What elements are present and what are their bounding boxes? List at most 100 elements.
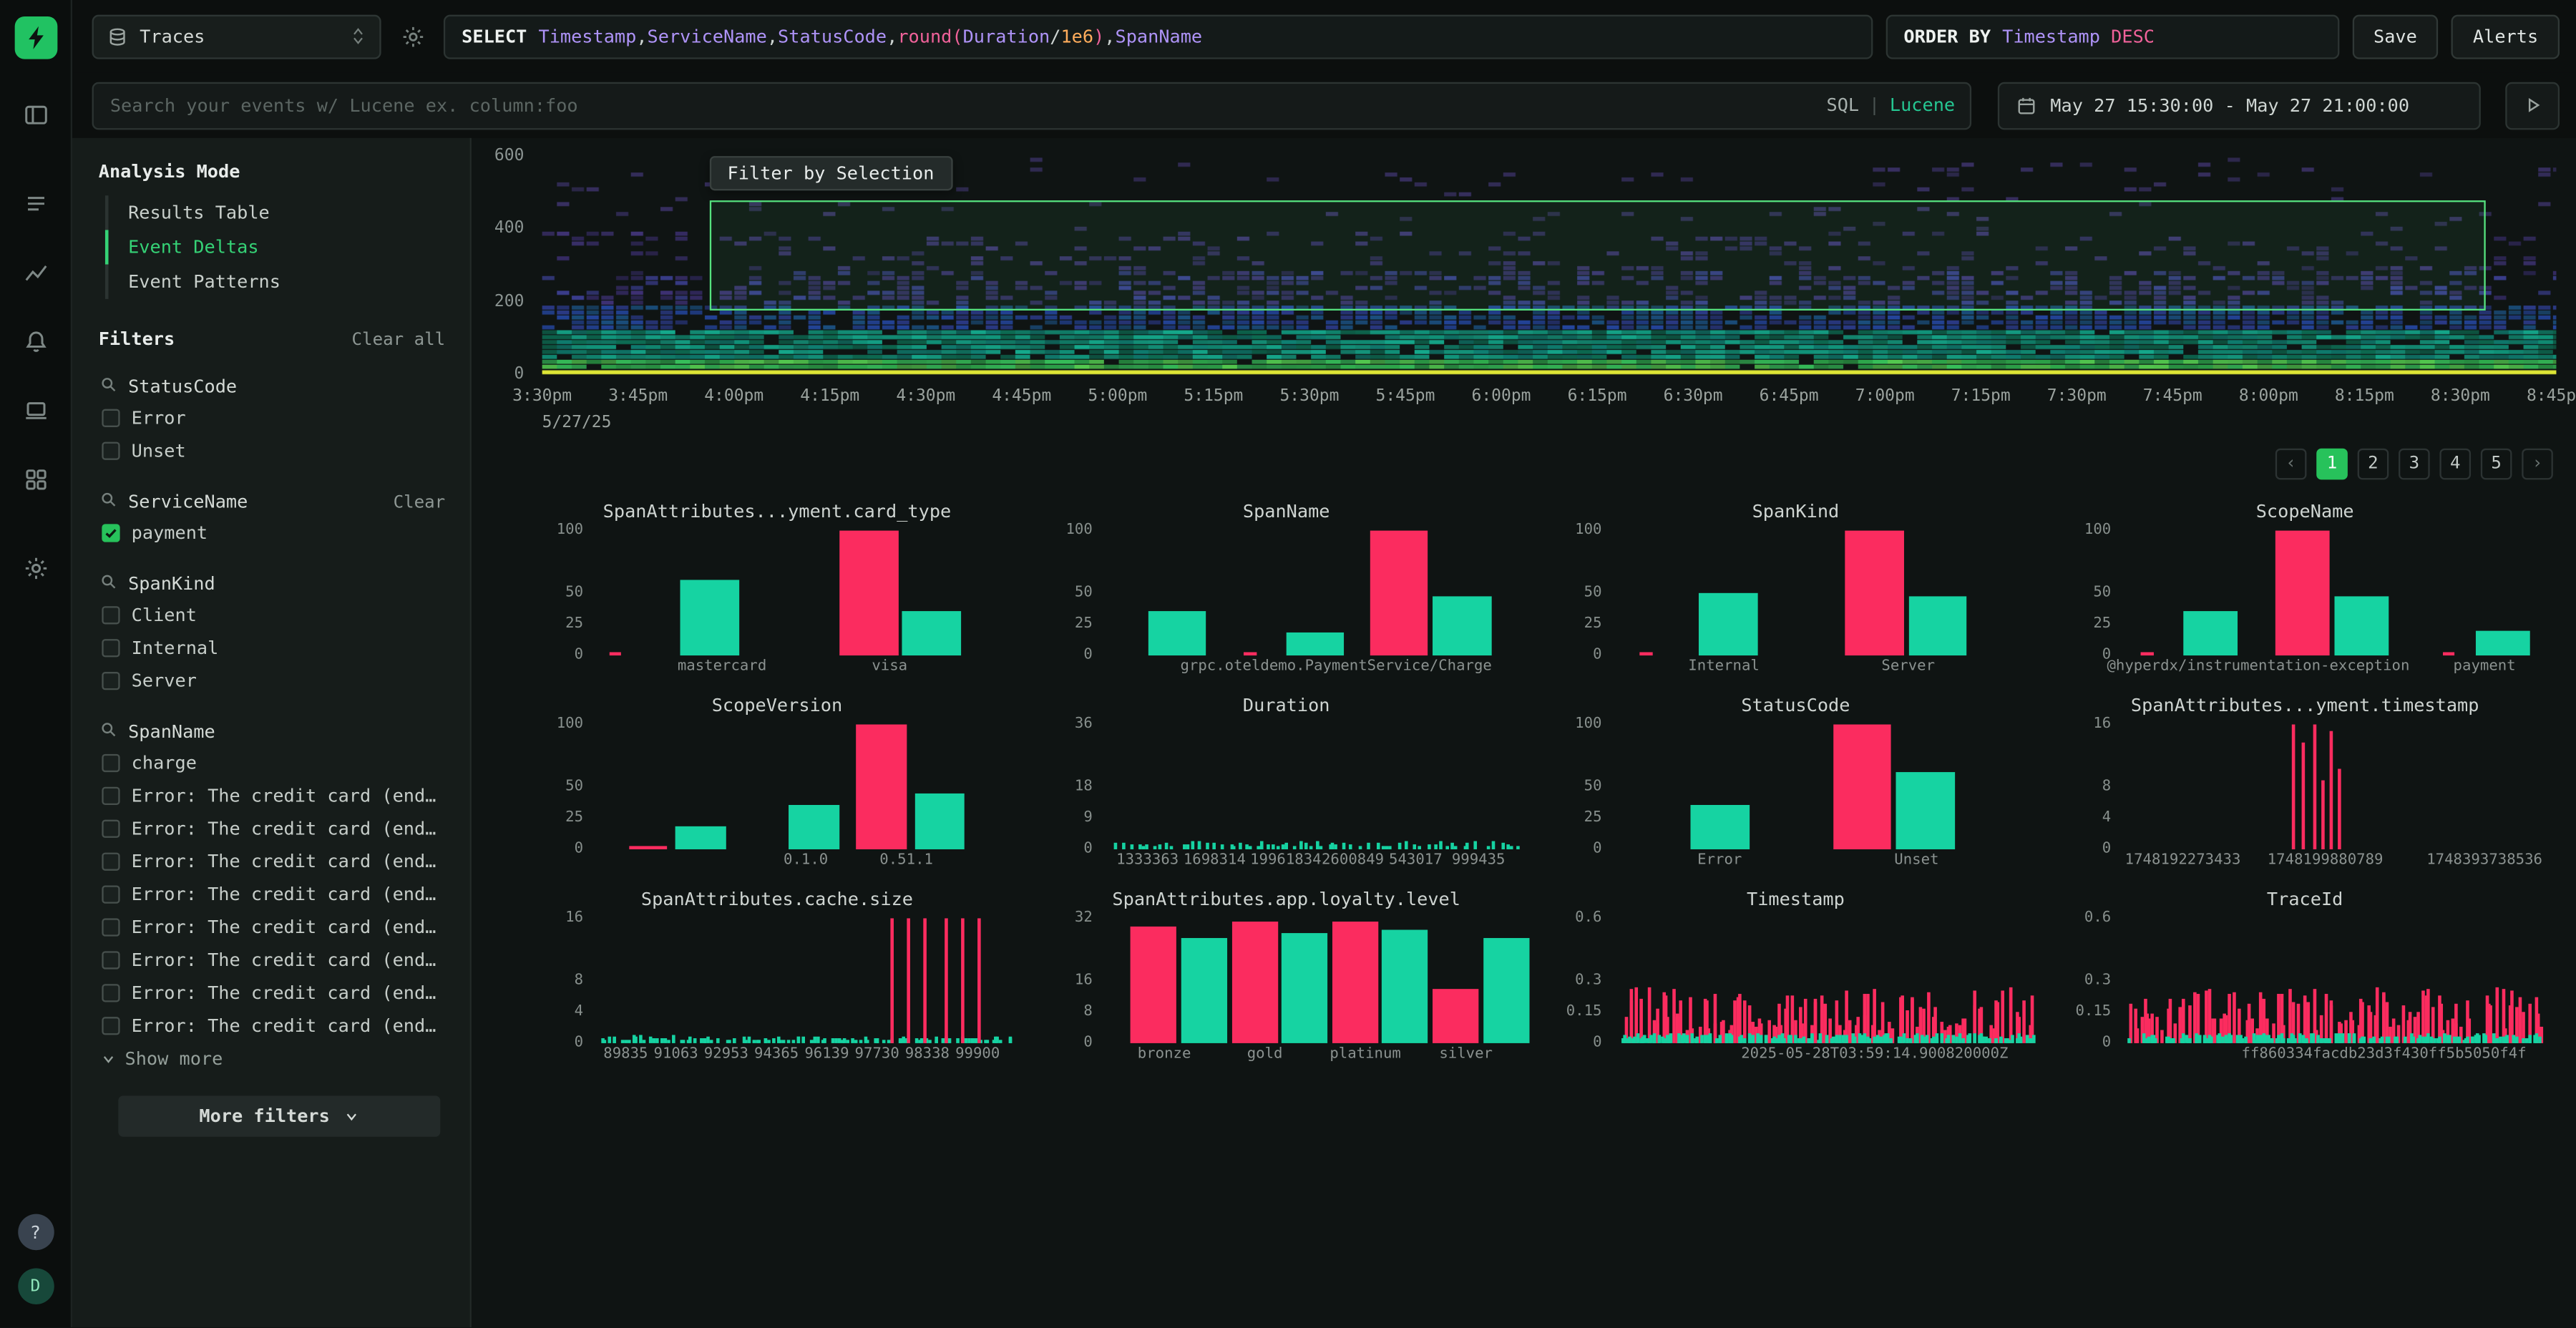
bar-green[interactable] — [789, 806, 839, 849]
bar-pink[interactable] — [1433, 988, 1478, 1043]
help-button[interactable]: ? — [17, 1214, 54, 1251]
filter-option-error-the-credit-card-end[interactable]: Error: The credit card (end… — [99, 846, 455, 875]
checkbox-icon[interactable] — [102, 605, 119, 623]
bar-pink[interactable] — [2443, 653, 2456, 655]
bar-green[interactable] — [1181, 938, 1227, 1043]
bar-pink[interactable] — [1332, 922, 1377, 1043]
chart-plot[interactable] — [2124, 918, 2543, 1043]
alerts-button[interactable]: Alerts — [2451, 14, 2560, 59]
chart-plot[interactable] — [596, 531, 1015, 655]
page-button-2[interactable]: 2 — [2358, 449, 2389, 480]
bar-pink[interactable] — [630, 846, 668, 849]
chart-plot[interactable] — [1615, 531, 2034, 655]
chart-plot[interactable] — [1106, 918, 1524, 1043]
filter-option-error-the-credit-card-end[interactable]: Error: The credit card (end… — [99, 912, 455, 941]
bell-icon[interactable] — [12, 318, 58, 364]
bar-green[interactable] — [2183, 612, 2238, 655]
dashboards-icon[interactable] — [12, 456, 58, 502]
bar-green[interactable] — [1483, 938, 1528, 1043]
bar-green[interactable] — [1690, 806, 1749, 849]
bar-pink[interactable] — [839, 531, 898, 655]
bar-green[interactable] — [1148, 612, 1206, 655]
selection-rectangle[interactable] — [709, 200, 2486, 311]
checkbox-icon[interactable] — [102, 1016, 119, 1034]
chart-plot[interactable] — [596, 918, 1015, 1043]
filter-option-charge[interactable]: charge — [99, 748, 455, 777]
filter-option-error-the-credit-card-end[interactable]: Error: The credit card (end… — [99, 813, 455, 842]
chart-plot[interactable] — [1106, 724, 1524, 849]
bar-green[interactable] — [914, 793, 965, 849]
source-select[interactable]: Traces — [92, 14, 381, 59]
filter-option-error[interactable]: Error — [99, 402, 455, 431]
filter-option-unset[interactable]: Unset — [99, 435, 455, 464]
bar-green[interactable] — [1699, 593, 1757, 655]
source-settings-gear-icon[interactable] — [394, 18, 431, 54]
filter-by-selection-tooltip[interactable]: Filter by Selection — [709, 156, 952, 190]
sql-orderby-input[interactable]: ORDER BYTimestamp DESC — [1885, 14, 2339, 59]
search-input[interactable] — [92, 82, 1972, 130]
chart-plot[interactable] — [2124, 531, 2543, 655]
analysis-mode-results-table[interactable]: Results Table — [105, 195, 455, 230]
mode-lucene[interactable]: Lucene — [1890, 94, 1955, 116]
page-button-3[interactable]: 3 — [2399, 449, 2430, 480]
page-button-4[interactable]: 4 — [2439, 449, 2471, 480]
search-icon[interactable] — [99, 572, 119, 596]
checkbox-icon[interactable] — [102, 523, 119, 541]
bar-green[interactable] — [2333, 595, 2388, 655]
next-page-button[interactable]: › — [2522, 449, 2553, 480]
page-button-1[interactable]: 1 — [2316, 449, 2348, 480]
checkbox-icon[interactable] — [102, 409, 119, 426]
mode-sql[interactable]: SQL — [1826, 94, 1859, 116]
bar-pink[interactable] — [1370, 531, 1428, 655]
filter-option-error-the-credit-card-end[interactable]: Error: The credit card (end… — [99, 1010, 455, 1040]
bar-pink[interactable] — [1231, 922, 1277, 1043]
chart-plot[interactable] — [1106, 531, 1524, 655]
checkbox-icon[interactable] — [102, 753, 119, 771]
chart-plot[interactable] — [596, 724, 1015, 849]
bar-pink[interactable] — [1640, 653, 1653, 655]
user-avatar[interactable]: D — [17, 1268, 54, 1304]
analysis-mode-event-deltas[interactable]: Event Deltas — [105, 230, 455, 264]
bar-green[interactable] — [1282, 933, 1327, 1043]
search-icon[interactable] — [99, 720, 119, 744]
checkbox-icon[interactable] — [102, 819, 119, 837]
bar-pink[interactable] — [1131, 926, 1176, 1043]
page-button-5[interactable]: 5 — [2481, 449, 2512, 480]
bar-green[interactable] — [1908, 595, 1967, 655]
bar-pink[interactable] — [1833, 724, 1891, 849]
filter-option-error-the-credit-card-end[interactable]: Error: The credit card (end… — [99, 781, 455, 810]
sessions-icon[interactable] — [12, 388, 58, 434]
show-more-toggle[interactable]: Show more — [99, 1048, 455, 1070]
bar-green[interactable] — [680, 580, 739, 655]
bar-green[interactable] — [1286, 633, 1345, 655]
bar-pink[interactable] — [856, 724, 906, 849]
run-query-button[interactable] — [2505, 82, 2560, 130]
bar-green[interactable] — [1433, 595, 1491, 655]
prev-page-button[interactable]: ‹ — [2275, 449, 2307, 480]
filter-option-payment[interactable]: payment — [99, 517, 455, 547]
checkbox-icon[interactable] — [102, 917, 119, 935]
app-logo[interactable] — [14, 16, 57, 59]
more-filters-button[interactable]: More filters — [118, 1095, 440, 1136]
filter-clear-link[interactable]: Clear — [394, 492, 455, 512]
bar-green[interactable] — [902, 612, 961, 655]
bar-green[interactable] — [676, 827, 726, 849]
bar-pink[interactable] — [2275, 531, 2329, 655]
bar-pink[interactable] — [1845, 531, 1904, 655]
chart-icon[interactable] — [12, 250, 58, 296]
filter-option-internal[interactable]: Internal — [99, 633, 455, 662]
bar-pink[interactable] — [1244, 653, 1257, 655]
filter-option-error-the-credit-card-end[interactable]: Error: The credit card (end… — [99, 879, 455, 908]
checkbox-icon[interactable] — [102, 851, 119, 869]
checkbox-icon[interactable] — [102, 950, 119, 968]
settings-icon[interactable] — [12, 545, 58, 591]
logs-icon[interactable] — [12, 181, 58, 227]
chart-plot[interactable] — [2124, 724, 2543, 849]
checkbox-icon[interactable] — [102, 671, 119, 689]
panel-left-icon[interactable] — [12, 92, 58, 138]
checkbox-icon[interactable] — [102, 983, 119, 1001]
save-button[interactable]: Save — [2352, 14, 2439, 59]
sql-select-input[interactable]: SELECTTimestamp,ServiceName,StatusCode,r… — [444, 14, 1873, 59]
search-icon[interactable] — [99, 489, 119, 514]
bar-green[interactable] — [1382, 929, 1428, 1043]
